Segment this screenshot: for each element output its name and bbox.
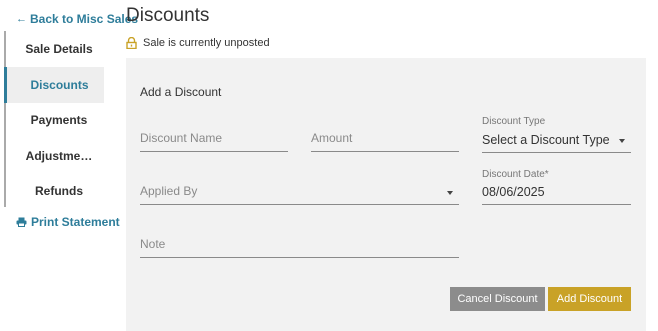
- applied-by-placeholder: Applied By: [140, 184, 198, 198]
- status-text: Sale is currently unposted: [143, 37, 270, 49]
- discount-name-field[interactable]: Discount Name: [140, 122, 288, 152]
- back-to-misc-sales-link[interactable]: ← Back to Misc Sales: [16, 12, 138, 26]
- print-statement-link[interactable]: Print Statement: [16, 215, 120, 229]
- discount-date-value: 08/06/2025: [482, 185, 545, 199]
- sidebar-item-sale-details[interactable]: Sale Details: [6, 31, 104, 67]
- printer-icon: [16, 217, 27, 227]
- sidebar-item-label: Discounts: [30, 78, 89, 92]
- sidebar-item-adjustments[interactable]: Adjustme…: [6, 138, 104, 174]
- sidebar-nav: Sale Details Discounts Payments Adjustme…: [4, 31, 104, 207]
- sidebar-item-refunds[interactable]: Refunds: [6, 173, 104, 209]
- sidebar-item-label: Payments: [30, 113, 88, 127]
- cancel-discount-button[interactable]: Cancel Discount: [450, 287, 545, 311]
- amount-field[interactable]: Amount: [311, 122, 459, 152]
- lock-icon: [126, 37, 137, 49]
- discount-type-label: Discount Type: [482, 116, 546, 127]
- print-statement-label: Print Statement: [31, 215, 120, 229]
- discount-name-placeholder: Discount Name: [140, 131, 223, 145]
- sidebar-item-label: Sale Details: [25, 42, 93, 56]
- sidebar-item-label: Adjustme…: [25, 149, 93, 163]
- discount-type-select[interactable]: Discount Type Select a Discount Type: [482, 116, 631, 153]
- note-placeholder: Note: [140, 237, 166, 251]
- back-link-label: Back to Misc Sales: [30, 12, 139, 26]
- sidebar-item-discounts[interactable]: Discounts: [4, 67, 104, 103]
- chevron-down-icon: [447, 191, 453, 195]
- note-field[interactable]: Note: [140, 228, 459, 258]
- discount-date-label: Discount Date*: [482, 169, 549, 180]
- add-discount-panel: Add a Discount Discount Name Amount Disc…: [126, 58, 646, 331]
- sidebar-item-label: Refunds: [35, 184, 83, 198]
- add-discount-title: Add a Discount: [140, 85, 222, 99]
- amount-placeholder: Amount: [311, 131, 353, 145]
- chevron-down-icon: [619, 139, 625, 143]
- discount-type-value: Select a Discount Type: [482, 133, 610, 147]
- add-discount-button[interactable]: Add Discount: [548, 287, 631, 311]
- page-title: Discounts: [126, 5, 210, 26]
- sidebar-item-payments[interactable]: Payments: [6, 102, 104, 138]
- discount-date-field[interactable]: Discount Date* 08/06/2025: [482, 169, 631, 205]
- arrow-left-icon: ←: [16, 13, 27, 25]
- status-message: Sale is currently unposted: [126, 37, 270, 49]
- applied-by-select[interactable]: Applied By: [140, 175, 459, 205]
